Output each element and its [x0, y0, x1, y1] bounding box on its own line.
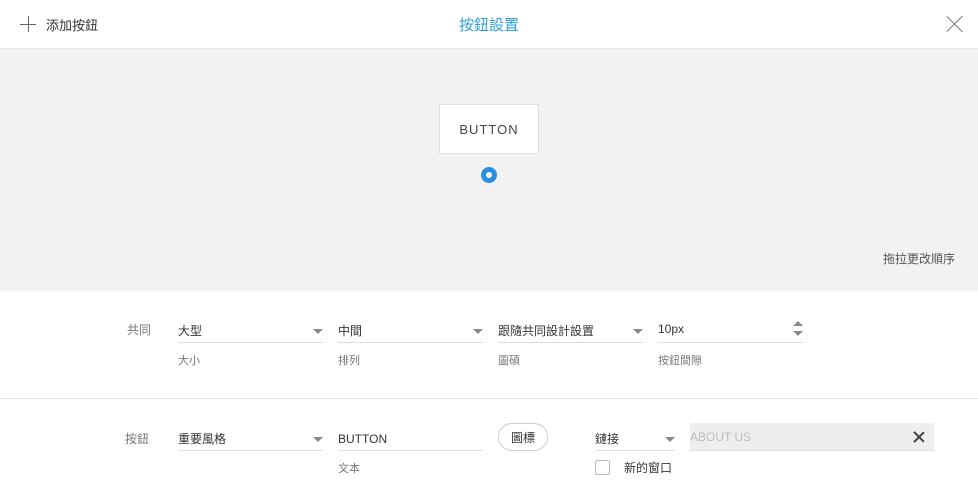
chevron-down-icon	[473, 329, 483, 334]
new-window-option[interactable]: 新的窗口	[595, 459, 672, 475]
alignment-select[interactable]: 中間	[338, 319, 483, 343]
common-row-label: 共同	[127, 323, 152, 337]
button-text-input[interactable]	[338, 427, 483, 451]
icon-color-select-value: 跟隨共同設計設置	[498, 324, 595, 338]
chevron-down-icon	[633, 329, 643, 334]
icon-color-label: 圖碩	[498, 355, 520, 367]
preview-button[interactable]: BUTTON	[439, 104, 539, 154]
chevron-down-icon	[665, 437, 675, 442]
new-window-label: 新的窗口	[624, 460, 673, 475]
icon-picker-button[interactable]: 圖標	[498, 423, 548, 451]
decrement-icon[interactable]	[793, 331, 803, 336]
close-icon[interactable]	[946, 15, 964, 33]
clear-icon[interactable]	[912, 431, 924, 443]
chevron-down-icon	[313, 329, 323, 334]
spacing-stepper[interactable]: 10px	[658, 319, 803, 343]
alignment-select-value: 中間	[338, 324, 363, 338]
link-url-input[interactable]	[690, 423, 905, 450]
alignment-label: 排列	[338, 355, 360, 367]
link-url-field	[690, 423, 934, 451]
increment-icon[interactable]	[793, 321, 803, 326]
preview-area: BUTTON 拖拉更改順序	[0, 49, 978, 291]
drag-hint: 拖拉更改順序	[882, 252, 955, 266]
size-select[interactable]: 大型	[178, 319, 323, 343]
chevron-down-icon	[313, 437, 323, 442]
button-text-label: 文本	[338, 463, 360, 475]
icon-color-select[interactable]: 跟隨共同設計設置	[498, 319, 643, 343]
spacing-value: 10px	[658, 322, 685, 336]
button-row-label: 按鈕	[125, 432, 150, 446]
stepper-arrows	[793, 319, 803, 339]
link-type-select[interactable]: 鏈接	[595, 427, 675, 451]
size-label: 大小	[178, 355, 200, 367]
button-style-select[interactable]: 重要風格	[178, 427, 323, 451]
top-bar: 添加按鈕 按鈕設置	[0, 0, 978, 49]
link-type-value: 鏈接	[595, 432, 620, 446]
spacing-label: 按鈕間隙	[658, 355, 702, 367]
size-select-value: 大型	[178, 324, 203, 338]
button-style-value: 重要風格	[178, 432, 227, 446]
page-title: 按鈕設置	[458, 17, 519, 34]
drag-handle[interactable]	[481, 167, 497, 183]
new-window-checkbox[interactable]	[595, 459, 610, 475]
section-divider	[0, 398, 978, 399]
